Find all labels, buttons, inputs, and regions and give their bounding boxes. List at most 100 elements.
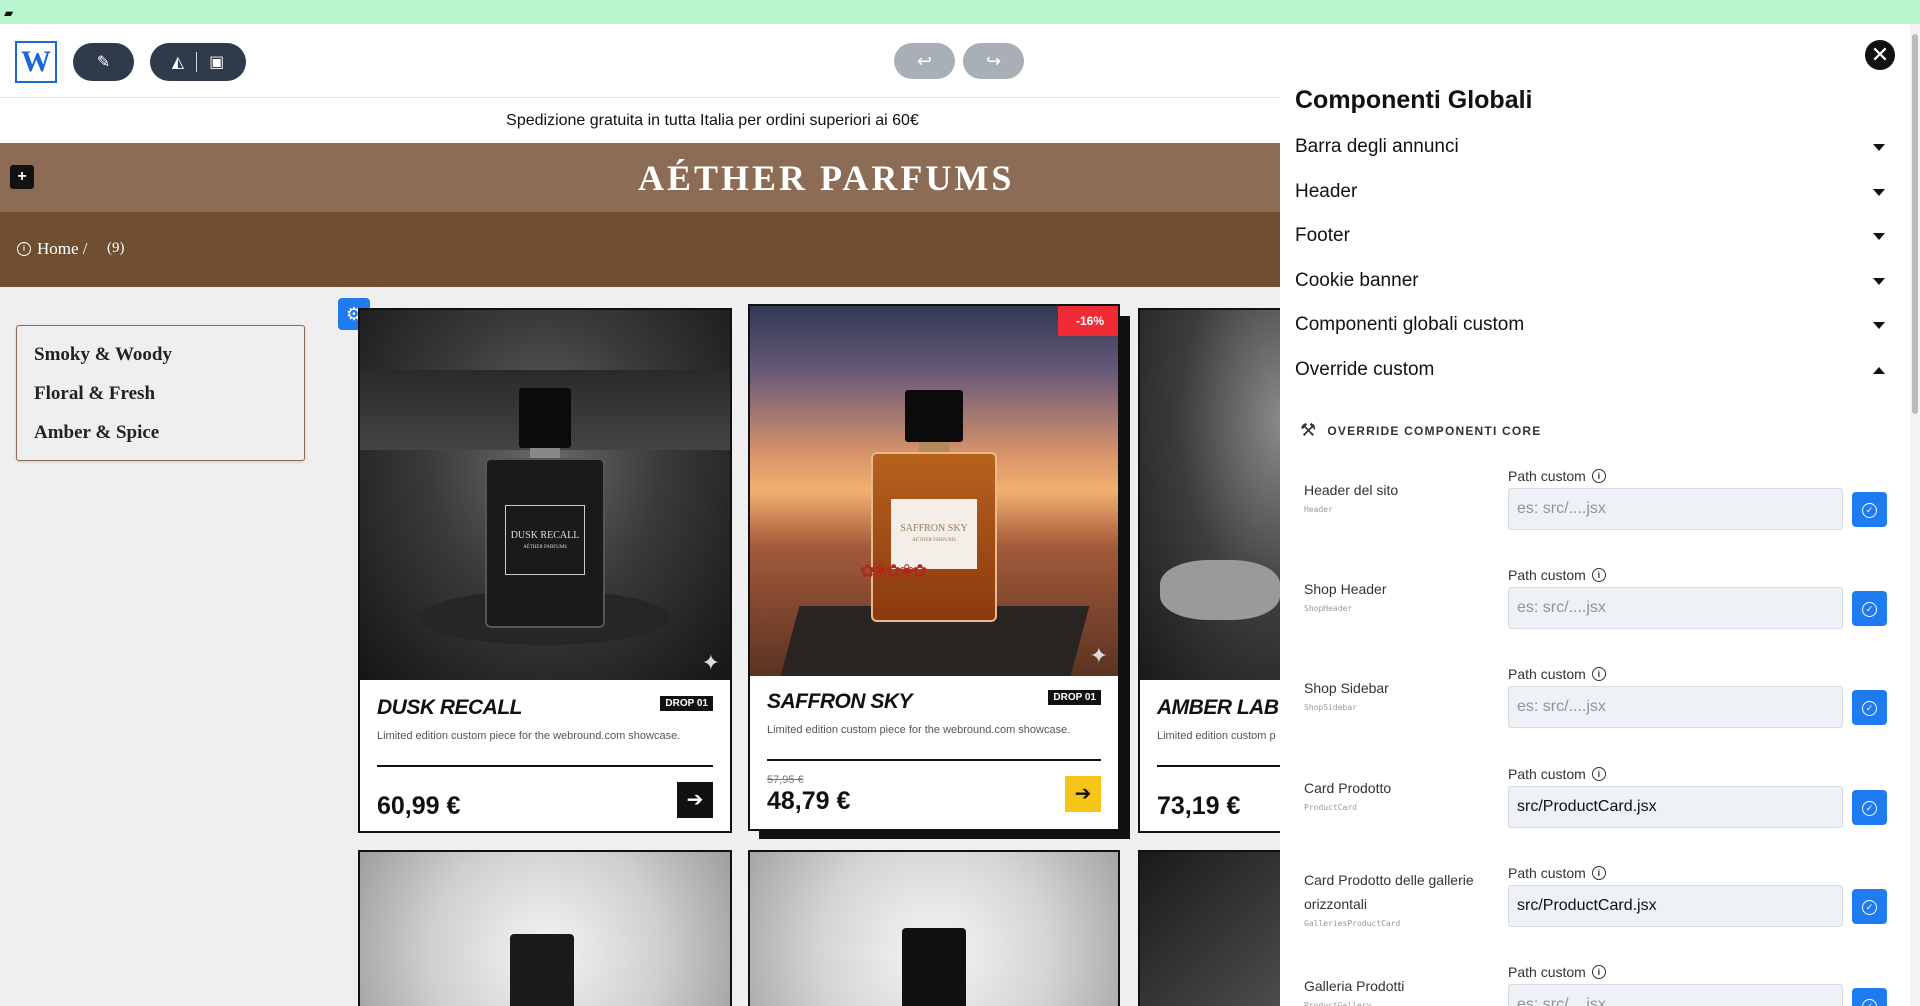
editor-toolbar: W ✎ ◭ ▣ ↩ ↪: [0, 24, 1280, 98]
close-icon[interactable]: ✕: [1865, 40, 1895, 70]
bottle-label: DUSK RECALL AÉTHER PARFUMS: [505, 505, 585, 575]
accordion-header[interactable]: Header: [1295, 181, 1895, 211]
app-logo[interactable]: W: [15, 41, 57, 83]
check-circle-icon: ✓: [1862, 801, 1877, 816]
image-icon[interactable]: ▣: [209, 52, 224, 72]
chevron-down-icon: [1873, 233, 1885, 240]
path-label-text: Path custom: [1508, 964, 1586, 980]
path-input[interactable]: es: src/....jsx: [1508, 488, 1843, 530]
override-row: Card Prodotto delle gallerie orizzontali…: [1304, 865, 1894, 955]
tools-icon: ⚒: [1300, 420, 1318, 440]
store-header: + AÉTHER PARFUMS: [0, 143, 1280, 212]
store-brand[interactable]: AÉTHER PARFUMS: [0, 157, 1280, 199]
override-row: Header del sito Header Path custom i es: …: [1304, 468, 1894, 558]
override-key: ProductGallery: [1304, 1001, 1372, 1006]
bottle-glass: SAFFRON SKY AÉTHER PARFUMS: [871, 452, 997, 622]
override-heading-text: OVERRIDE COMPONENTI CORE: [1327, 423, 1542, 438]
confirm-button[interactable]: ✓: [1852, 790, 1887, 825]
info-icon[interactable]: i: [1591, 469, 1606, 483]
shop-header: i Home / (9): [0, 212, 1280, 287]
edit-button[interactable]: ✎: [73, 43, 134, 81]
info-icon[interactable]: i: [1591, 568, 1606, 582]
confirm-button[interactable]: ✓: [1852, 988, 1887, 1006]
product-card[interactable]: DUSK RECALL AÉTHER PARFUMS ✦ DUSK RECALL…: [358, 308, 732, 833]
sparkle-icon: ✦: [1089, 643, 1108, 668]
override-row: Shop Sidebar ShopSidebar Path custom i es…: [1304, 666, 1894, 756]
filter-item[interactable]: Amber & Spice: [17, 414, 304, 453]
confirm-button[interactable]: ✓: [1852, 690, 1887, 725]
path-label-text: Path custom: [1508, 567, 1586, 583]
announcement-text: Spedizione gratuita in tutta Italia per …: [506, 112, 919, 129]
accordion-cookie-banner[interactable]: Cookie banner: [1295, 270, 1895, 300]
announcement-bar: Spedizione gratuita in tutta Italia per …: [0, 98, 1280, 143]
override-name: Galleria Prodotti: [1304, 978, 1405, 994]
path-label-text: Path custom: [1508, 468, 1586, 484]
product-description: Limited edition custom piece for the web…: [767, 724, 1071, 736]
override-row: Card Prodotto ProductCard Path custom i s…: [1304, 766, 1894, 856]
check-circle-icon: ✓: [1862, 602, 1877, 617]
bottle-cap: [905, 390, 963, 442]
override-name: Card Prodotto delle gallerie orizzontali: [1304, 872, 1474, 912]
bottle-neck: [530, 448, 560, 458]
redo-button[interactable]: ↪: [963, 43, 1024, 79]
folder-icon[interactable]: ▰: [4, 7, 13, 19]
check-circle-icon: ✓: [1862, 503, 1877, 518]
product-old-price: 57,95 €: [767, 774, 804, 786]
accordion-label: Cookie banner: [1295, 270, 1419, 291]
override-key: ShopSidebar: [1304, 703, 1357, 712]
check-circle-icon: ✓: [1862, 701, 1877, 716]
product-card[interactable]: [748, 850, 1120, 1006]
path-label-text: Path custom: [1508, 865, 1586, 881]
check-circle-icon: ✓: [1862, 999, 1877, 1006]
accordion-override-custom[interactable]: Override custom: [1295, 359, 1895, 389]
accordion-footer[interactable]: Footer: [1295, 225, 1895, 255]
shop-sidebar-filters: Smoky & Woody Floral & Fresh Amber & Spi…: [16, 325, 305, 461]
info-icon[interactable]: i: [1591, 866, 1606, 880]
override-name: Card Prodotto: [1304, 780, 1392, 796]
path-input[interactable]: src/ProductCard.jsx: [1508, 786, 1843, 828]
global-components-panel: ✕ Componenti Globali Barra degli annunci…: [1280, 24, 1920, 1006]
override-key: ProductCard: [1304, 803, 1357, 812]
path-label: Path custom i: [1508, 468, 1606, 484]
override-row: Shop Header ShopHeader Path custom i es: …: [1304, 567, 1894, 657]
info-icon[interactable]: i: [1591, 667, 1606, 681]
chevron-down-icon: [1873, 144, 1885, 151]
info-icon[interactable]: i: [1591, 767, 1606, 781]
confirm-button[interactable]: ✓: [1852, 492, 1887, 527]
arrow-right-icon[interactable]: ➔: [677, 782, 713, 818]
filter-item[interactable]: Smoky & Woody: [17, 336, 304, 375]
check-circle-icon: ✓: [1862, 900, 1877, 915]
product-image: SAFFRON SKY AÉTHER PARFUMS ✿❀✿❀✿ -16% ✦: [750, 306, 1118, 676]
product-name: SAFFRON SKY: [767, 690, 913, 713]
bottle-label-sub: AÉTHER PARFUMS: [523, 545, 567, 550]
override-key: Header: [1304, 505, 1333, 514]
confirm-button[interactable]: ✓: [1852, 591, 1887, 626]
chevron-down-icon: [1873, 322, 1885, 329]
path-input[interactable]: es: src/....jsx: [1508, 686, 1843, 728]
undo-button[interactable]: ↩: [894, 43, 955, 79]
product-description: Limited edition custom piece for the web…: [377, 730, 681, 742]
filter-item[interactable]: Floral & Fresh: [17, 375, 304, 414]
accordion-custom-global-components[interactable]: Componenti globali custom: [1295, 314, 1895, 344]
divider: [377, 765, 713, 767]
breadcrumb-home[interactable]: Home /: [37, 239, 88, 259]
accordion-label: Footer: [1295, 225, 1350, 246]
product-image: DUSK RECALL AÉTHER PARFUMS ✦: [360, 310, 730, 680]
panel-scrollbar[interactable]: [1910, 24, 1920, 1006]
product-card[interactable]: SAFFRON SKY AÉTHER PARFUMS ✿❀✿❀✿ -16% ✦ …: [748, 304, 1120, 831]
path-input[interactable]: es: src/....jsx: [1508, 587, 1843, 629]
divider: [767, 759, 1101, 761]
product-card[interactable]: [358, 850, 732, 1006]
product-name: DUSK RECALL: [377, 696, 523, 719]
product-name: AMBER LAB: [1157, 696, 1279, 719]
arrow-right-icon[interactable]: ➔: [1065, 776, 1101, 812]
accordion-label: Header: [1295, 181, 1358, 202]
path-input[interactable]: es: src/....jsx: [1508, 984, 1843, 1006]
fill-bucket-icon[interactable]: ◭: [172, 52, 184, 72]
info-icon[interactable]: i: [1591, 965, 1606, 979]
confirm-button[interactable]: ✓: [1852, 889, 1887, 924]
scrollbar-thumb[interactable]: [1912, 34, 1918, 414]
accordion-announcement-bar[interactable]: Barra degli annunci: [1295, 136, 1895, 166]
bottle-cap: [902, 928, 966, 1006]
path-input[interactable]: src/ProductCard.jsx: [1508, 885, 1843, 927]
